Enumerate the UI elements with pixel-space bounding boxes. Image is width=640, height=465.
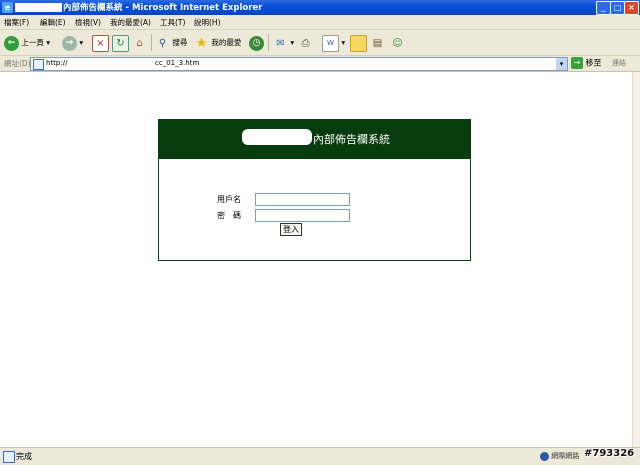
stop-icon: × — [92, 34, 109, 52]
security-zone: 網際網路 — [540, 451, 579, 461]
username-input[interactable] — [255, 193, 350, 206]
stop-button[interactable]: × — [92, 33, 109, 52]
back-label: 上一頁 — [21, 38, 44, 47]
home-icon: ⌂ — [136, 37, 143, 49]
favorites-button[interactable]: ★ 我的最愛 — [194, 33, 242, 52]
messenger-button[interactable]: ☺ — [390, 33, 405, 52]
login-panel: 內部佈告欄系統 用戶名 密 碼 登入 — [158, 119, 471, 261]
back-arrow-icon: ← — [4, 35, 19, 51]
panel-title-redaction — [242, 129, 312, 145]
password-input[interactable] — [255, 209, 350, 222]
edit-button[interactable]: W ▾ — [322, 33, 345, 52]
toolbar-separator — [151, 34, 152, 51]
zone-label: 網際網路 — [551, 452, 580, 460]
print-icon: ⎙ — [301, 37, 310, 49]
title-bar: e 內部佈告欄系統 - Microsoft Internet Explorer … — [0, 0, 640, 15]
word-edit-icon: W — [322, 34, 339, 52]
favorites-label: 我的最愛 — [211, 38, 242, 47]
print-button[interactable]: ⎙ — [298, 33, 313, 52]
home-button[interactable]: ⌂ — [132, 33, 147, 52]
status-page-icon — [3, 451, 15, 463]
panel-title: 內部佈告欄系統 — [313, 133, 390, 146]
history-button[interactable]: ◷ — [249, 33, 264, 52]
browser-window: e 內部佈告欄系統 - Microsoft Internet Explorer … — [0, 0, 640, 465]
note-icon — [350, 34, 367, 52]
menu-view[interactable]: 檢視(V) — [75, 17, 101, 28]
menu-edit[interactable]: 編輯(E) — [40, 17, 66, 28]
forward-arrow-icon: → — [62, 35, 77, 51]
history-icon: ◷ — [249, 35, 264, 51]
url-end: cc_01_3.htm — [155, 59, 200, 67]
menu-tools[interactable]: 工具(T) — [160, 17, 185, 28]
discuss-button[interactable] — [350, 33, 367, 52]
links-label[interactable]: 連結 — [612, 58, 626, 68]
url-redaction — [91, 60, 151, 67]
forward-button[interactable]: → ▾ — [62, 33, 83, 52]
status-bar: 完成 網際網路 — [0, 447, 640, 465]
address-bar: 網址(D) http:// cc_01_3.htm ▾ → 移至 連結 — [0, 56, 640, 72]
watermark: #793326 — [584, 448, 635, 459]
search-label: 搜尋 — [172, 38, 188, 47]
title-redaction — [15, 3, 62, 12]
go-button[interactable]: → 移至 — [571, 57, 602, 69]
address-input[interactable]: http:// cc_01_3.htm ▾ — [30, 57, 568, 71]
login-button[interactable]: 登入 — [280, 223, 302, 236]
mail-icon: ✉ — [276, 37, 285, 49]
menu-help[interactable]: 說明(H) — [194, 17, 221, 28]
status-text: 完成 — [16, 452, 32, 461]
username-label: 用戶名 — [217, 195, 241, 204]
mail-button[interactable]: ✉ ▾ — [273, 33, 294, 52]
panel-header: 內部佈告欄系統 — [159, 120, 470, 159]
menu-favorites[interactable]: 我的最愛(A) — [110, 17, 151, 28]
research-button[interactable]: ▤ — [370, 33, 385, 52]
minimize-button[interactable]: _ — [596, 1, 611, 15]
address-label: 網址(D) — [4, 59, 31, 68]
menu-file[interactable]: 檔案(F) — [4, 17, 29, 28]
ie-icon: e — [2, 2, 13, 13]
password-label: 密 碼 — [217, 211, 241, 220]
vertical-scrollbar[interactable] — [632, 72, 640, 447]
back-button[interactable]: ← 上一頁 ▾ — [4, 33, 50, 52]
address-dropdown-icon[interactable]: ▾ — [556, 58, 567, 70]
page-icon — [33, 59, 44, 70]
star-icon: ★ — [195, 35, 208, 51]
globe-icon — [540, 451, 549, 461]
search-icon: ⚲ — [158, 37, 167, 49]
research-icon: ▤ — [372, 37, 383, 49]
maximize-button[interactable]: □ — [610, 1, 625, 15]
url-start: http:// — [46, 59, 68, 67]
refresh-button[interactable]: ↻ — [112, 33, 129, 52]
toolbar-separator — [268, 34, 269, 51]
go-arrow-icon: → — [571, 57, 583, 69]
close-button[interactable]: × — [624, 1, 639, 15]
menu-bar: 檔案(F) 編輯(E) 檢視(V) 我的最愛(A) 工具(T) 說明(H) — [0, 15, 640, 44]
window-title: 內部佈告欄系統 - Microsoft Internet Explorer — [63, 3, 263, 13]
refresh-icon: ↻ — [112, 34, 129, 52]
messenger-icon: ☺ — [392, 37, 403, 49]
search-button[interactable]: ⚲ 搜尋 — [155, 33, 188, 52]
go-label: 移至 — [585, 58, 602, 68]
toolbar: ← 上一頁 ▾ → ▾ × ↻ ⌂ ⚲ 搜尋 ★ 我的最愛 ◷ ✉ ▾ ⎙ W … — [0, 30, 640, 56]
